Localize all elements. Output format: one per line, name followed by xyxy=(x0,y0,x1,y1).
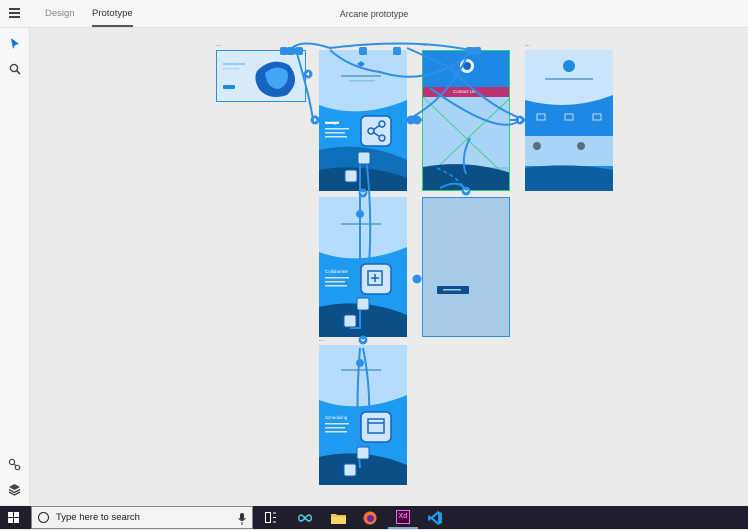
windows-taskbar: Type here to search Xd xyxy=(0,506,748,529)
prototype-wires xyxy=(280,42,526,477)
arrow-pointer-icon[interactable] xyxy=(6,35,23,52)
cortana-icon xyxy=(38,512,49,523)
app-header: Design Prototype Arcane prototype xyxy=(0,0,748,28)
tab-prototype[interactable]: Prototype xyxy=(92,0,133,27)
firefox-icon[interactable] xyxy=(355,506,385,529)
xd-label: Xd xyxy=(396,509,410,524)
xd-icon[interactable]: Xd xyxy=(388,506,418,529)
search-icon[interactable] xyxy=(6,60,23,77)
microphone-icon[interactable] xyxy=(238,512,246,530)
tool-panel xyxy=(0,28,30,505)
layers-icon[interactable] xyxy=(6,481,23,498)
search-placeholder: Type here to search xyxy=(56,512,140,523)
plugins-icon[interactable] xyxy=(6,456,23,473)
prototype-canvas[interactable]: ... ... ... ... ... Design Contact Us Co… xyxy=(30,28,748,505)
folder-icon[interactable] xyxy=(323,506,353,529)
hamburger-menu-icon[interactable] xyxy=(9,8,20,18)
taskbar-search-box[interactable]: Type here to search xyxy=(31,506,253,529)
vscode-icon[interactable] xyxy=(420,506,450,529)
infinity-icon[interactable] xyxy=(290,506,320,529)
task-view-icon[interactable] xyxy=(256,506,286,529)
tab-design[interactable]: Design xyxy=(45,0,75,27)
windows-start-icon[interactable] xyxy=(8,512,19,523)
